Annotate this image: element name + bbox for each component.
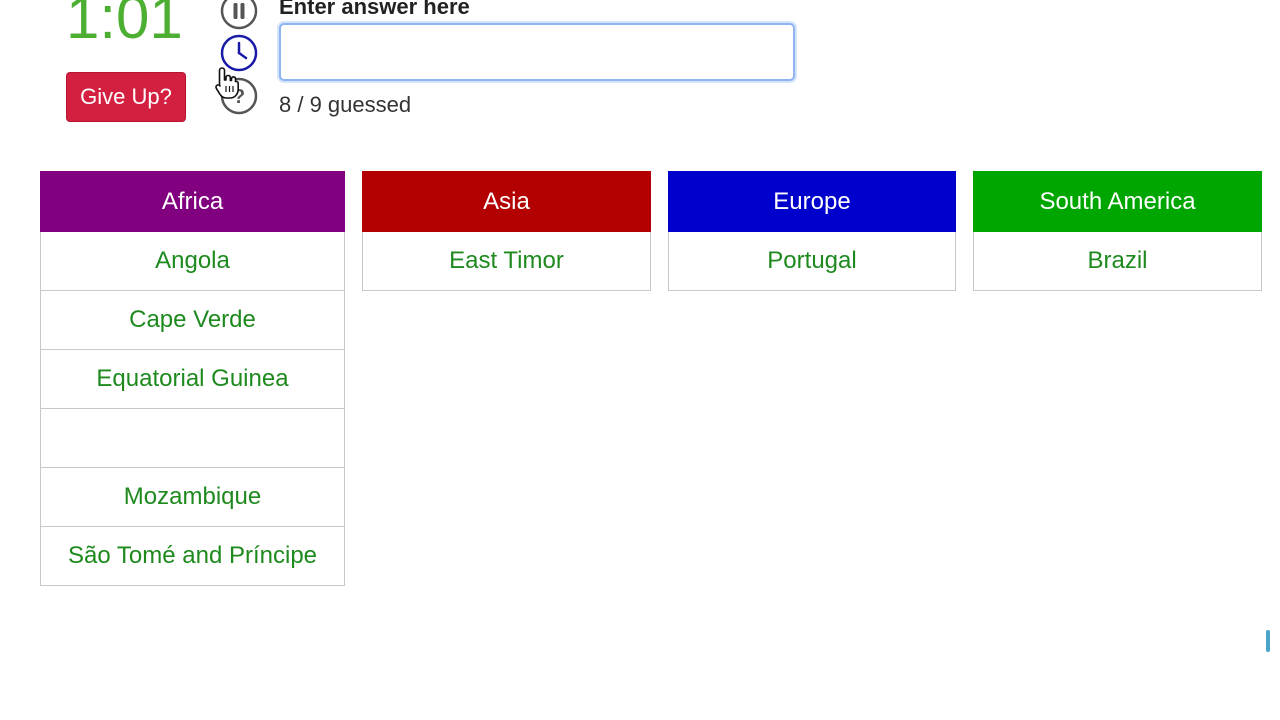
column-south-america: South America Brazil <box>973 171 1262 291</box>
answer-input[interactable] <box>279 23 795 81</box>
column-header-africa: Africa <box>40 171 345 232</box>
answer-cell: Cape Verde <box>40 291 345 350</box>
hand-cursor-icon <box>214 66 240 100</box>
column-header-europe: Europe <box>668 171 956 232</box>
answer-cell: Brazil <box>973 232 1262 291</box>
progress-text: 8 / 9 guessed <box>279 92 412 117</box>
answer-label: Enter answer here <box>279 0 470 19</box>
column-asia: Asia East Timor <box>362 171 651 291</box>
answer-cell: Portugal <box>668 232 956 291</box>
answer-cell: Mozambique <box>40 468 345 527</box>
scrollbar-handle[interactable] <box>1266 630 1270 652</box>
answer-cell: Equatorial Guinea <box>40 350 345 409</box>
answer-cell: São Tomé and Príncipe <box>40 527 345 586</box>
column-africa: Africa Angola Cape Verde Equatorial Guin… <box>40 171 345 586</box>
give-up-button[interactable]: Give Up? <box>66 72 186 122</box>
column-europe: Europe Portugal <box>668 171 956 291</box>
column-header-south-america: South America <box>973 171 1262 232</box>
answer-cell: Angola <box>40 232 345 291</box>
answer-cell-empty <box>40 409 345 468</box>
pause-icon[interactable] <box>220 0 258 30</box>
timer: 1:01 <box>66 0 183 51</box>
column-header-asia: Asia <box>362 171 651 232</box>
answer-cell: East Timor <box>362 232 651 291</box>
quiz-page: 1:01 Give Up? ? Enter answer here 8 / 9 … <box>0 0 1280 720</box>
